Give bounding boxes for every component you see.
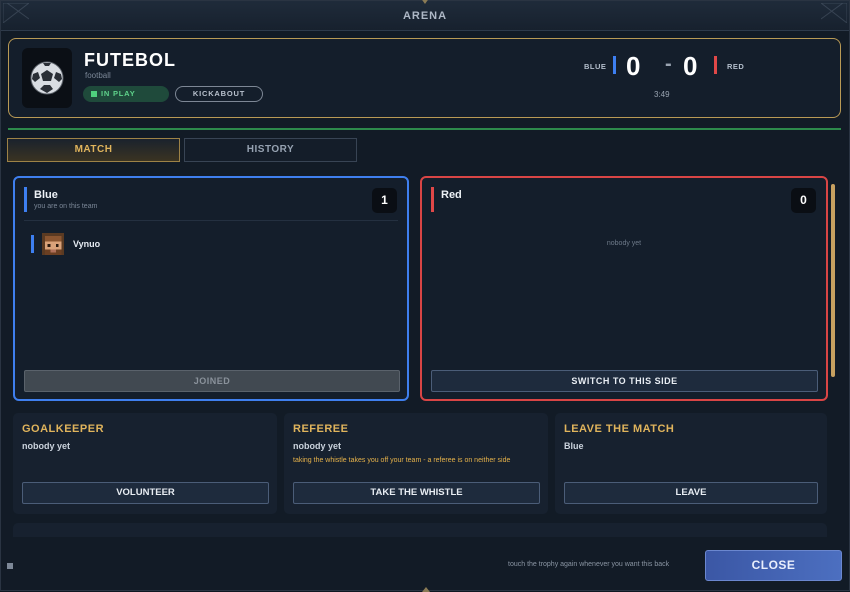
divider bbox=[24, 220, 398, 221]
blue-team-panel: Blue you are on this team 1 Vynuo JOINED bbox=[13, 176, 409, 401]
player-count-badge: 1 bbox=[372, 188, 397, 213]
footer-hint: touch the trophy again whenever you want… bbox=[508, 561, 670, 568]
referee-warning: taking the whistle takes you off your te… bbox=[293, 457, 511, 464]
resize-handle-icon[interactable] bbox=[7, 563, 13, 569]
leave-button[interactable]: LEAVE bbox=[564, 482, 818, 504]
game-subtitle: football bbox=[85, 71, 111, 80]
card-heading: LEAVE THE MATCH bbox=[564, 423, 675, 435]
arena-window: ARENA FUTEBOL football IN PLAY KICKABOUT… bbox=[0, 0, 850, 592]
tab-match[interactable]: MATCH bbox=[7, 138, 180, 162]
leave-card: LEAVE THE MATCH Blue LEAVE bbox=[555, 413, 827, 514]
goalkeeper-card: GOALKEEPER nobody yet VOLUNTEER bbox=[13, 413, 277, 514]
switch-side-button[interactable]: SWITCH TO THIS SIDE bbox=[431, 370, 818, 392]
top-notch-icon bbox=[422, 0, 428, 4]
red-team-marker bbox=[714, 56, 717, 74]
referee-card: REFEREE nobody yet taking the whistle ta… bbox=[284, 413, 548, 514]
player-marker bbox=[31, 235, 34, 253]
divider bbox=[8, 128, 841, 130]
avatar bbox=[42, 233, 64, 255]
game-title: FUTEBOL bbox=[84, 50, 176, 70]
team-note: you are on this team bbox=[34, 203, 98, 210]
mode-badge: KICKABOUT bbox=[175, 86, 263, 102]
empty-roster-text: nobody yet bbox=[606, 240, 642, 247]
bottom-notch-icon bbox=[422, 587, 430, 592]
game-header-card: FUTEBOL football IN PLAY KICKABOUT BLUE … bbox=[8, 38, 841, 118]
player-name: Vynuo bbox=[73, 239, 101, 249]
scoreboard: BLUE 0 - 0 RED bbox=[584, 51, 774, 84]
match-clock: 3:49 bbox=[654, 90, 670, 99]
tab-history[interactable]: HISTORY bbox=[184, 138, 357, 162]
corner-ornament-icon bbox=[821, 3, 847, 23]
player-count-badge: 0 bbox=[791, 188, 816, 213]
window-title: ARENA bbox=[402, 10, 448, 22]
team-accent bbox=[431, 187, 434, 212]
take-whistle-button[interactable]: TAKE THE WHISTLE bbox=[293, 482, 540, 504]
blue-team-marker bbox=[613, 56, 616, 74]
team-name: Red bbox=[441, 189, 462, 201]
red-score: 0 bbox=[683, 51, 698, 81]
card-heading: GOALKEEPER bbox=[22, 423, 105, 435]
soccer-ball-icon bbox=[30, 61, 64, 95]
card-heading: REFEREE bbox=[293, 423, 349, 435]
blue-score-label: BLUE bbox=[584, 62, 607, 71]
close-button[interactable]: CLOSE bbox=[705, 550, 842, 581]
card-value: nobody yet bbox=[293, 441, 342, 451]
corner-ornament-icon bbox=[3, 3, 29, 23]
player-row[interactable]: Vynuo bbox=[31, 233, 231, 257]
card-value: nobody yet bbox=[22, 441, 71, 451]
game-icon-frame bbox=[22, 48, 72, 108]
next-section-peek bbox=[13, 523, 827, 537]
title-bar[interactable]: ARENA bbox=[1, 0, 849, 31]
red-team-panel: Red 0 nobody yet SWITCH TO THIS SIDE bbox=[420, 176, 828, 401]
scrollbar[interactable] bbox=[831, 184, 835, 377]
team-name: Blue bbox=[34, 189, 58, 201]
red-score-label: RED bbox=[727, 62, 745, 71]
card-value: Blue bbox=[564, 441, 584, 451]
blue-score: 0 bbox=[626, 51, 641, 81]
status-dot-icon bbox=[91, 90, 97, 97]
volunteer-button[interactable]: VOLUNTEER bbox=[22, 482, 269, 504]
joined-button[interactable]: JOINED bbox=[24, 370, 400, 392]
team-accent bbox=[24, 187, 27, 212]
status-badge: IN PLAY bbox=[83, 86, 169, 102]
score-separator: - bbox=[665, 53, 672, 75]
status-badge-label: IN PLAY bbox=[101, 89, 136, 98]
